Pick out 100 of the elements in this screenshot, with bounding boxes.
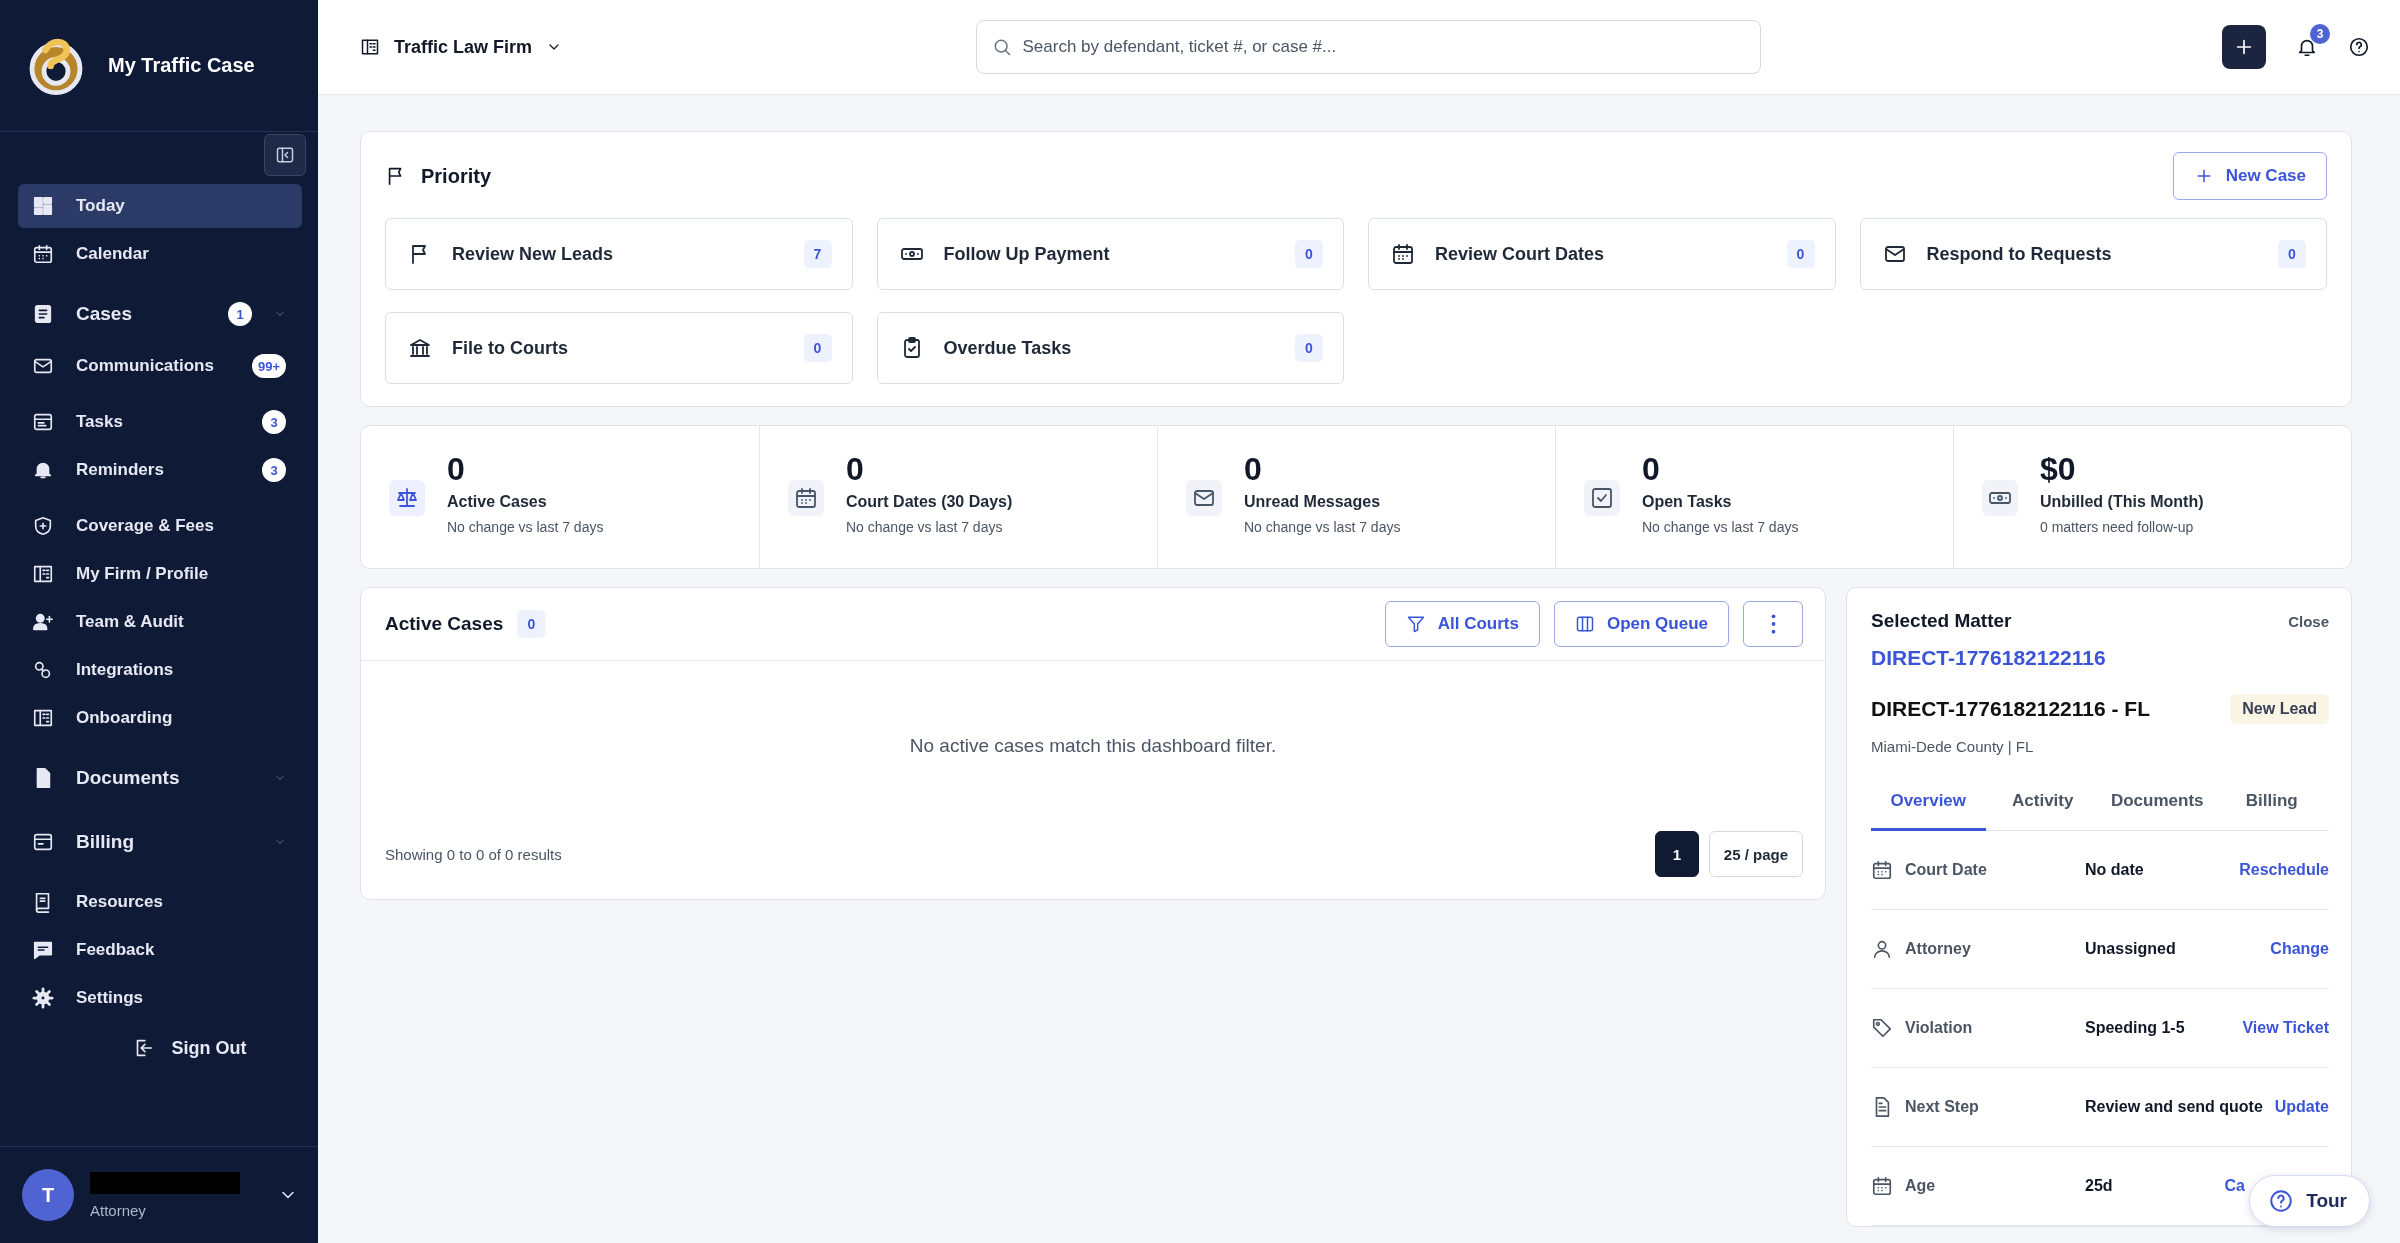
count-badge: 1: [228, 302, 252, 326]
field-label: Violation: [1905, 1019, 1974, 1037]
columns-icon: [1574, 614, 1595, 634]
sidebar-item[interactable]: Onboarding: [18, 696, 302, 740]
stat-note: 0 matters need follow-up: [2040, 519, 2195, 536]
sidebar-item[interactable]: Integrations: [18, 648, 302, 692]
priority-tile[interactable]: Overdue Tasks 0: [876, 312, 1344, 384]
sidebar-item[interactable]: Team & Audit: [18, 600, 302, 644]
sidebar-toggle-icon: [275, 145, 295, 165]
tour-button[interactable]: Tour: [2249, 1175, 2370, 1227]
add-button[interactable]: [2222, 25, 2266, 69]
case-location: Miami-Dede County | FL: [1871, 738, 2035, 755]
firm-selector[interactable]: Traffic Law Firm: [354, 35, 976, 59]
building-icon: [360, 37, 380, 57]
list-icon: [32, 411, 54, 433]
count-badge: 0: [1786, 240, 1815, 268]
sidebar-item[interactable]: Communications 99+: [18, 344, 302, 388]
sidebar-item[interactable]: Settings: [18, 976, 302, 1020]
tab[interactable]: Documents: [2100, 773, 2215, 831]
calendar-icon: [1871, 1175, 1893, 1197]
stat-label: Open Tasks: [1642, 493, 1733, 512]
sidebar-item[interactable]: Tasks 3: [18, 400, 302, 444]
action-link[interactable]: Ca: [2224, 1177, 2245, 1195]
stat-label: Active Cases: [447, 493, 548, 512]
priority-tile[interactable]: Respond to Requests 0: [1859, 218, 2327, 290]
field-value: 25d: [2085, 1177, 2114, 1195]
tab[interactable]: Billing: [2214, 773, 2329, 831]
field-value: Speeding 1-5: [2085, 1019, 2186, 1037]
tab[interactable]: Activity: [1985, 773, 2100, 831]
page-button[interactable]: 1: [1654, 831, 1699, 877]
count-badge: 99+: [251, 354, 286, 378]
card-title: Active Cases: [385, 613, 504, 635]
shield-icon: [32, 515, 54, 537]
sidebar-item[interactable]: Reminders 3: [18, 448, 302, 492]
queue-button[interactable]: Open Queue: [1553, 601, 1729, 647]
tab[interactable]: Overview: [1871, 773, 1986, 831]
help-icon: [2268, 1188, 2295, 1214]
filter-button[interactable]: All Courts: [1384, 601, 1540, 647]
sidebar-item[interactable]: Resources: [18, 880, 302, 924]
sidebar-item[interactable]: Billing: [18, 816, 302, 868]
status-tag: New Lead: [2230, 694, 2329, 724]
sidebar-item[interactable]: Calendar: [18, 232, 302, 276]
case-link[interactable]: DIRECT-1776182122116: [1871, 646, 2106, 670]
calendar-icon: [794, 486, 818, 510]
chat-icon: [32, 939, 54, 961]
help-button[interactable]: [2348, 36, 2370, 58]
count-badge: 0: [2278, 240, 2306, 268]
building-icon: [32, 707, 54, 729]
field-value: Unassigned: [2085, 940, 2177, 958]
stat-label: Unbilled (This Month): [2040, 493, 2204, 512]
collapse-sidebar-button[interactable]: [264, 134, 306, 176]
action-link[interactable]: Update: [2274, 1098, 2329, 1116]
results-summary: Showing 0 to 0 of 0 results: [385, 845, 563, 863]
sidebar-item[interactable]: Cases 1: [18, 288, 302, 340]
notification-badge: 3: [2310, 24, 2330, 44]
action-link[interactable]: Change: [2270, 940, 2329, 958]
stat-label: Court Dates (30 Days): [846, 493, 1013, 512]
count-badge: 0: [1295, 334, 1323, 362]
stat-value: 0: [1244, 452, 1263, 488]
search-field[interactable]: Search by defendant, ticket #, or case #...: [975, 20, 1761, 74]
sidebar-item[interactable]: Today: [18, 184, 302, 228]
count-badge: 7: [803, 240, 832, 268]
priority-tile[interactable]: File to Courts 0: [385, 312, 853, 384]
count-badge: 0: [1295, 240, 1323, 268]
sidebar-item[interactable]: Feedback: [18, 928, 302, 972]
stat-value: $0: [2040, 452, 2077, 488]
sign-out-button[interactable]: Sign Out: [125, 1036, 253, 1060]
user-icon: [1871, 938, 1893, 960]
count-badge: 0: [803, 334, 832, 362]
stat-note: No change vs last 7 days: [846, 519, 1004, 536]
checkbox-icon: [1590, 486, 1614, 510]
user-role: Attorney: [90, 1201, 147, 1219]
priority-tile[interactable]: Follow Up Payment 0: [876, 218, 1344, 290]
stat-note: No change vs last 7 days: [1642, 519, 1799, 536]
sidebar-item[interactable]: Coverage & Fees: [18, 504, 302, 548]
new-case-button[interactable]: New Case: [2172, 152, 2327, 200]
sidebar-item[interactable]: Documents: [18, 752, 302, 804]
filter-icon: [1405, 614, 1426, 634]
close-button[interactable]: Close: [2288, 612, 2329, 630]
stat-note: No change vs last 7 days: [1244, 519, 1401, 536]
tag-icon: [1871, 1017, 1893, 1039]
stat-value: 0: [846, 452, 865, 488]
count-badge: 3: [262, 458, 286, 482]
sidebar-item[interactable]: My Firm / Profile: [18, 552, 302, 596]
count-badge: 0: [517, 610, 546, 638]
help-icon: [2348, 36, 2370, 58]
settings-icon: [32, 987, 54, 1009]
action-link[interactable]: Reschedule: [2239, 861, 2329, 879]
document-icon: [32, 303, 54, 325]
stat-value: 0: [1642, 452, 1661, 488]
user-plus-icon: [32, 611, 54, 633]
priority-tile[interactable]: Review Court Dates 0: [1368, 218, 1836, 290]
case-name: DIRECT-1776182122116 - FL: [1871, 697, 2151, 721]
action-link[interactable]: View Ticket: [2242, 1019, 2329, 1037]
card-title: Priority: [421, 164, 493, 188]
priority-tile[interactable]: Review New Leads 7: [385, 218, 853, 290]
field-label: Court Date: [1905, 861, 1988, 879]
page-size-select[interactable]: 25 / page: [1708, 831, 1803, 877]
more-icon: [1770, 614, 1776, 634]
user-avatar: T: [22, 1169, 74, 1221]
